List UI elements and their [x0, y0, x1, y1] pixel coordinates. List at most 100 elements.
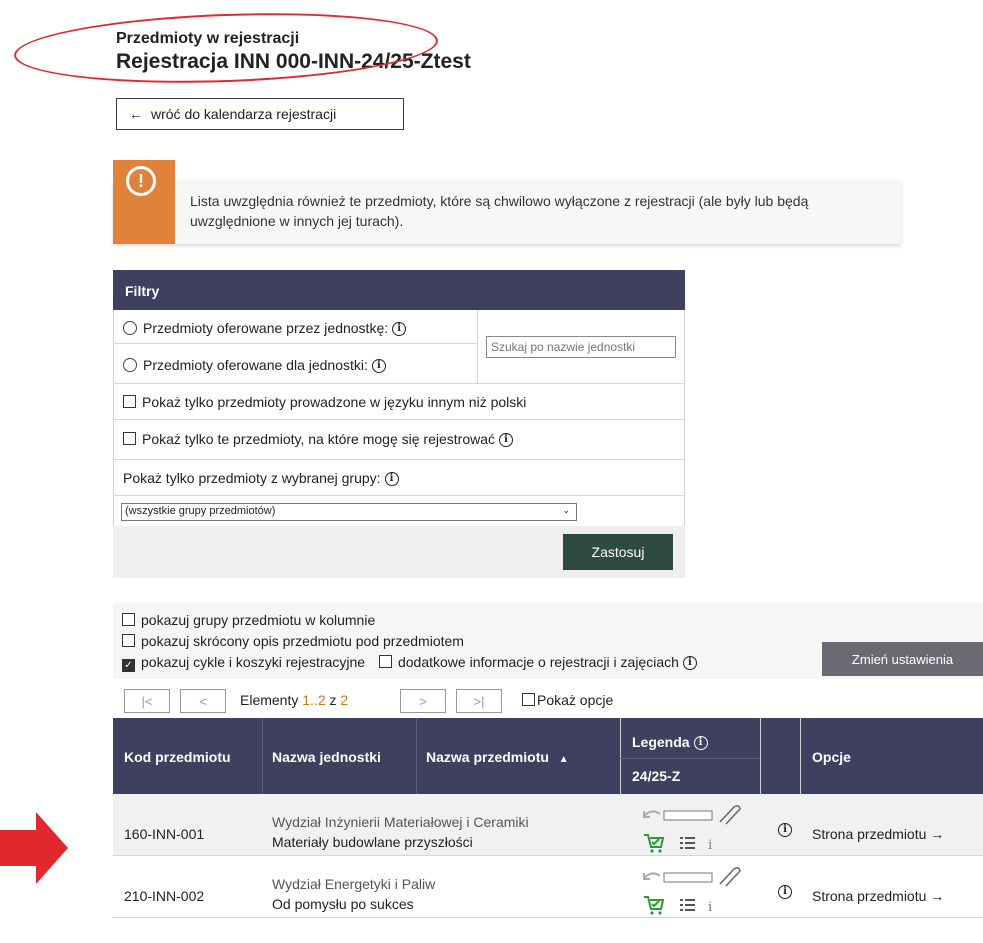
row-code: 160-INN-001 [124, 826, 205, 842]
setting-description-checkbox[interactable] [122, 634, 135, 647]
col-name-label: Nazwa przedmiotu [426, 749, 549, 765]
offered-for-radio[interactable] [123, 358, 137, 372]
show-options-label: Pokaż opcje [537, 692, 614, 708]
setting-cycles-row: ✓ pokazuj cykle i koszyki rejestracyjne d… [122, 654, 697, 672]
cart-icon[interactable] [644, 834, 665, 853]
pager-total: 2 [340, 692, 349, 708]
cycle-bar [663, 810, 713, 821]
first-page-button[interactable]: |< [124, 689, 170, 713]
row-code: 210-INN-002 [124, 888, 205, 904]
unit-search-input[interactable] [486, 336, 676, 358]
undo-icon [643, 872, 661, 880]
setting-extra-checkbox[interactable] [378, 655, 392, 668]
non-polish-label: Pokaż tylko przedmioty prowadzone w języ… [142, 394, 527, 410]
annotation-ellipse [12, 6, 440, 90]
show-options-toggle[interactable]: Pokaż opcje [522, 692, 613, 708]
notice-icon-box: ! [113, 160, 175, 244]
setting-extra-label: dodatkowe informacje o rejestracji i zaj… [397, 654, 679, 670]
filter-offered-by-row: Przedmioty oferowane przez jednostkę: i [113, 310, 478, 344]
course-page-link[interactable]: Strona przedmiotu → [812, 888, 944, 904]
filters-header: Filtry [113, 270, 685, 310]
col-code-header[interactable]: Kod przedmiotu [124, 749, 231, 765]
col-unit-header[interactable]: Nazwa jednostki [272, 749, 381, 765]
col-legend-label: Legenda [632, 734, 690, 750]
divider [262, 718, 263, 794]
group-select-value: (wszystkie grupy przedmiotów) [125, 505, 276, 517]
legend-icons-row1 [643, 805, 741, 825]
info-i-icon: i [708, 838, 712, 853]
arrow-left-icon: ← [129, 106, 143, 122]
table-row [113, 856, 983, 918]
setting-groups-label: pokazuj grupy przedmiotu w kolumnie [141, 612, 376, 628]
group-filter-label: Pokaż tylko przedmioty z wybranej grupy: [123, 470, 381, 486]
course-page-link[interactable]: Strona przedmiotu → [812, 826, 944, 842]
divider [416, 718, 417, 794]
sort-asc-icon: ▲ [558, 754, 569, 765]
legend-icons-row2b: i [644, 896, 712, 915]
info-icon[interactable]: i [682, 656, 697, 670]
info-icon[interactable]: i [499, 433, 514, 447]
back-button-label: wróć do kalendarza rejestracji [151, 106, 337, 122]
row-unit: Wydział Energetyki i Paliw [272, 876, 436, 892]
info-icon[interactable]: i [384, 472, 399, 486]
legend-icons-row2 [643, 867, 741, 887]
prev-page-button[interactable]: < [180, 689, 226, 713]
notice-text: Lista uwzględnia również te przedmioty, … [190, 193, 809, 229]
course-page-link-label: Strona przedmiotu [812, 888, 927, 904]
arrow-right-icon: → [930, 826, 945, 842]
info-i-icon: i [708, 900, 712, 915]
setting-description-label: pokazuj skrócony opis przedmiotu pod prz… [141, 633, 464, 649]
non-polish-checkbox[interactable] [123, 395, 136, 408]
can-register-label: Pokaż tylko te przedmioty, na które mogę… [142, 431, 496, 447]
annotation-arrow-icon [0, 812, 68, 884]
can-register-checkbox[interactable] [123, 432, 136, 445]
group-select[interactable]: (wszystkie grupy przedmiotów) ⌄ [121, 503, 577, 521]
info-icon[interactable]: i [778, 885, 792, 899]
list-icon[interactable] [680, 899, 695, 911]
undo-icon [643, 810, 661, 818]
row-unit: Wydział Inżynierii Materiałowej i Cerami… [272, 814, 529, 830]
setting-groups-checkbox[interactable] [122, 613, 135, 626]
filter-non-polish-row: Pokaż tylko przedmioty prowadzone w języ… [113, 384, 685, 420]
col-cycle-header: 24/25-Z [632, 768, 681, 784]
list-icon[interactable] [680, 837, 695, 849]
chevron-down-icon: ⌄ [562, 505, 570, 515]
row-course-name[interactable]: Od pomysłu po sukces [272, 896, 414, 912]
paperclip-icon [719, 805, 741, 825]
course-page-link-label: Strona przedmiotu [812, 826, 927, 842]
filter-group-row: Pokaż tylko przedmioty z wybranej grupy:… [113, 460, 685, 496]
show-options-checkbox[interactable] [522, 693, 535, 706]
setting-groups-row: pokazuj grupy przedmiotu w kolumnie [122, 612, 375, 628]
cart-icon[interactable] [644, 896, 665, 915]
col-legend-header[interactable]: Legenda i [632, 734, 708, 750]
pager-range: 1..2 [302, 692, 326, 708]
apply-button[interactable]: Zastosuj [563, 534, 673, 570]
filter-can-register-row: Pokaż tylko te przedmioty, na które mogę… [113, 420, 685, 460]
back-to-calendar-button[interactable]: ← wróć do kalendarza rejestracji [116, 98, 404, 130]
legend-icons-row1b: i [644, 834, 712, 853]
warning-icon: ! [126, 166, 156, 196]
offered-by-label: Przedmioty oferowane przez jednostkę: [143, 320, 389, 336]
offered-by-radio[interactable] [123, 321, 137, 335]
paperclip-icon [719, 867, 741, 887]
next-page-button[interactable]: > [400, 689, 446, 713]
col-name-header[interactable]: Nazwa przedmiotu ▲ [426, 749, 569, 765]
divider [620, 758, 760, 759]
arrow-right-icon: → [930, 888, 945, 904]
setting-cycles-checkbox[interactable]: ✓ [122, 659, 135, 672]
info-icon[interactable]: i [693, 736, 708, 750]
info-icon[interactable]: i [371, 359, 386, 373]
table-row [113, 794, 983, 856]
pager-info: Elementy 1..2 z 2 [240, 692, 348, 708]
last-page-button[interactable]: >| [456, 689, 502, 713]
pager-label: Elementy [240, 692, 299, 708]
change-settings-button[interactable]: Zmień ustawienia [822, 642, 983, 676]
info-icon[interactable]: i [778, 823, 792, 837]
col-options-header: Opcje [812, 749, 851, 765]
row-course-name[interactable]: Materiały budowlane przyszłości [272, 834, 473, 850]
offered-for-label: Przedmioty oferowane dla jednostki: [143, 357, 368, 373]
setting-description-row: pokazuj skrócony opis przedmiotu pod prz… [122, 633, 464, 649]
cycle-bar [663, 872, 713, 883]
info-icon[interactable]: i [392, 322, 407, 336]
pager-of: z [329, 692, 337, 708]
